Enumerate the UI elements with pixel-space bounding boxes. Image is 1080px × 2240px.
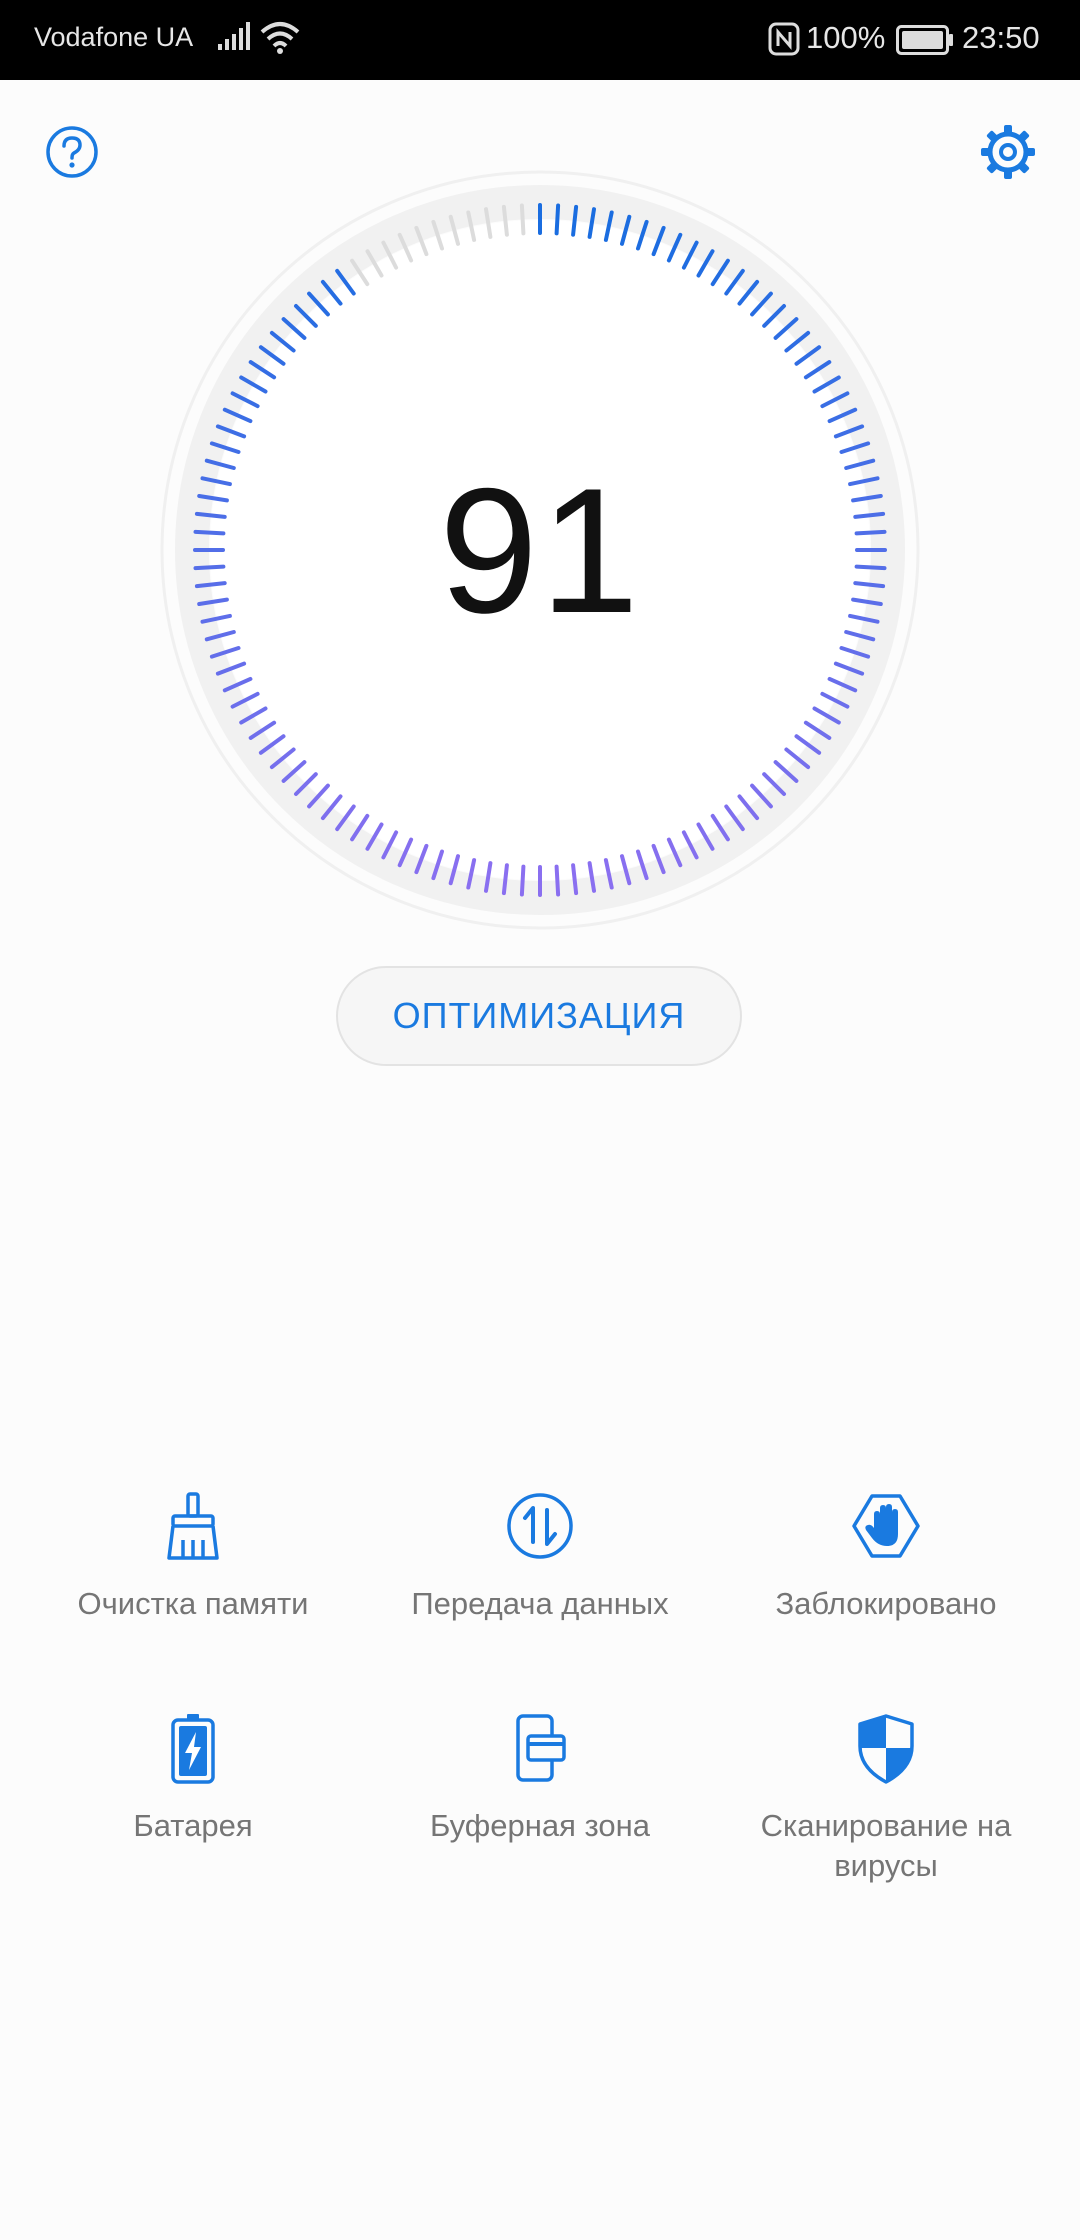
battery-icon bbox=[896, 25, 953, 55]
blocked-hand-icon bbox=[852, 1494, 920, 1558]
buffer-zone-icon bbox=[516, 1714, 566, 1782]
help-icon[interactable] bbox=[44, 124, 100, 180]
tool-memory-cleanup[interactable]: Очистка памяти bbox=[13, 1490, 373, 1624]
broom-icon bbox=[167, 1492, 219, 1560]
tool-label: Буферная зона bbox=[429, 1808, 651, 1843]
tool-label: Сканирование на вирусы bbox=[760, 1808, 1012, 1883]
signal-icon bbox=[218, 22, 250, 50]
battery-percent: 100% bbox=[806, 20, 886, 55]
data-transfer-icon bbox=[507, 1493, 573, 1559]
tool-label: Передача данных bbox=[411, 1586, 669, 1621]
status-bar: Vodafone UA 100% 23:50 bbox=[0, 0, 1080, 80]
tool-battery[interactable]: Батарея bbox=[13, 1712, 373, 1846]
shield-icon bbox=[858, 1714, 914, 1784]
tool-label: Очистка памяти bbox=[77, 1586, 309, 1621]
gear-icon[interactable] bbox=[978, 122, 1038, 182]
clock: 23:50 bbox=[962, 20, 1040, 55]
battery-charge-icon bbox=[171, 1714, 215, 1784]
carrier-name: Vodafone UA bbox=[34, 22, 194, 52]
optimize-button[interactable]: ОПТИМИЗАЦИЯ bbox=[336, 966, 742, 1066]
tool-label: Заблокировано bbox=[775, 1586, 997, 1621]
tool-label: Батарея bbox=[133, 1808, 253, 1843]
tool-blocked[interactable]: Заблокировано bbox=[706, 1490, 1066, 1624]
score-gauge: 91 bbox=[160, 170, 920, 930]
tool-virus-scan[interactable]: Сканирование на вирусы bbox=[706, 1712, 1066, 1886]
wifi-icon bbox=[260, 22, 300, 54]
score-value: 91 bbox=[439, 450, 641, 650]
tool-data-transfer[interactable]: Передача данных bbox=[360, 1490, 720, 1624]
nfc-icon bbox=[768, 22, 800, 56]
tool-buffer-zone[interactable]: Буферная зона bbox=[360, 1712, 720, 1846]
